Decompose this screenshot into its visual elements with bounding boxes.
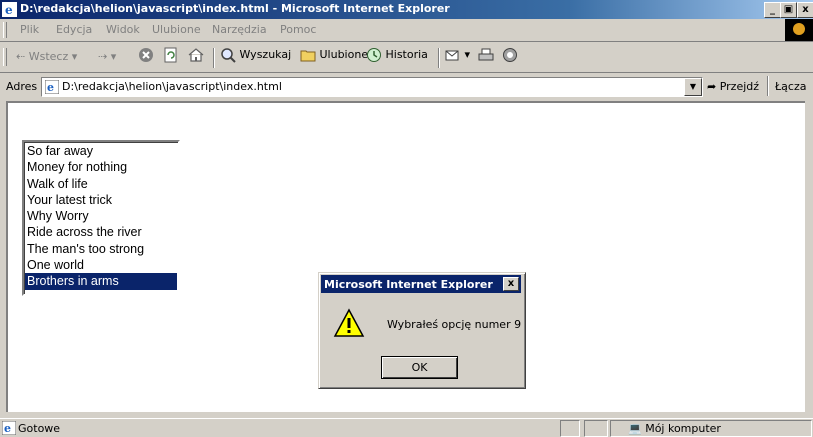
status-bar: e Gotowe 💻 Mój komputer — [0, 418, 813, 437]
stop-icon — [139, 48, 153, 62]
status-panel — [560, 420, 580, 437]
go-label: Przejdź — [719, 80, 760, 93]
listbox-option[interactable]: Your latest trick — [25, 192, 177, 208]
zone-indicator: 💻 Mój komputer — [628, 422, 721, 435]
menu-grip — [3, 22, 7, 38]
forward-dropdown-icon: ▾ — [110, 50, 117, 63]
status-panel — [584, 420, 608, 437]
back-label: Wstecz — [28, 50, 69, 63]
menu-narzedzia[interactable]: Narzędzia — [212, 23, 267, 36]
page-icon: e — [45, 80, 59, 94]
menu-plik[interactable]: Plik — [20, 23, 39, 36]
address-bar: Adres e D:\redakcja\helion\javascript\in… — [0, 73, 813, 100]
history-icon — [367, 48, 381, 62]
listbox-option[interactable]: Money for nothing — [25, 159, 177, 175]
maximize-button[interactable]: ▣ — [780, 2, 797, 18]
warning-icon — [333, 308, 365, 337]
address-url: D:\redakcja\helion\javascript\index.html — [62, 80, 282, 93]
search-label: Wyszukaj — [239, 48, 292, 61]
refresh-icon — [164, 47, 177, 63]
mail-dropdown-icon: ▾ — [464, 48, 471, 61]
window-title-bar[interactable]: e D:\redakcja\helion\javascript\index.ht… — [0, 0, 813, 19]
history-button[interactable]: Historia — [366, 47, 428, 63]
messenger-button[interactable] — [502, 47, 518, 63]
svg-text:e: e — [5, 3, 13, 17]
ok-button[interactable]: OK — [381, 356, 458, 379]
listbox-option[interactable]: Walk of life — [25, 176, 177, 192]
computer-icon: 💻 — [628, 422, 642, 435]
status-text: Gotowe — [18, 422, 61, 435]
menu-edycja[interactable]: Edycja — [56, 23, 92, 36]
dialog-title: Microsoft Internet Explorer — [324, 278, 493, 291]
ie-logo-icon: e — [2, 2, 17, 17]
menu-pomoc[interactable]: Pomoc — [280, 23, 316, 36]
svg-text:e: e — [4, 422, 11, 435]
close-button[interactable]: x — [797, 2, 813, 18]
song-listbox[interactable]: So far away Money for nothing Walk of life… — [22, 140, 180, 296]
listbox-option[interactable]: The man's too strong — [25, 241, 177, 257]
toolbar: ⇠ Wstecz ▾ ⇢ ▾ Wyszukaj Ulubione Histori… — [0, 42, 813, 73]
zone-label: Mój komputer — [645, 422, 721, 435]
go-arrow-icon: ➦ — [707, 80, 717, 93]
listbox-option[interactable]: Why Worry — [25, 208, 177, 224]
favorites-button[interactable]: Ulubione — [300, 47, 368, 63]
links-button[interactable]: Łącza — [775, 80, 807, 93]
favorites-folder-icon — [300, 50, 316, 62]
vertical-scrollbar[interactable] — [805, 101, 813, 412]
back-arrow-icon: ⇠ — [16, 50, 26, 63]
mail-button[interactable]: ▾ — [445, 47, 470, 63]
window-title: D:\redakcja\helion\javascript\index.html… — [20, 2, 450, 15]
listbox-option[interactable]: Ride across the river — [25, 224, 177, 240]
search-button[interactable]: Wyszukaj — [220, 47, 291, 63]
back-button[interactable]: ⇠ Wstecz ▾ — [16, 50, 77, 63]
toolbar-grip — [3, 48, 7, 66]
forward-button[interactable]: ⇢ ▾ — [98, 50, 116, 63]
home-button[interactable] — [188, 47, 204, 63]
dialog-title-bar[interactable]: Microsoft Internet Explorer x — [321, 275, 521, 293]
menu-widok[interactable]: Widok — [106, 23, 140, 36]
back-dropdown-icon: ▾ — [71, 50, 78, 63]
search-icon — [221, 48, 236, 63]
favorites-label: Ulubione — [319, 48, 369, 61]
dropdown-arrow-icon: ▼ — [689, 82, 697, 91]
listbox-option[interactable]: One world — [25, 257, 177, 273]
home-icon — [188, 48, 204, 62]
mail-icon — [445, 50, 459, 61]
minimize-button[interactable]: _ — [764, 2, 781, 18]
refresh-button[interactable] — [163, 47, 179, 63]
go-button[interactable]: ➦ Przejdź — [707, 80, 759, 93]
windows-logo-icon — [785, 19, 813, 41]
menu-bar: Plik Edycja Widok Ulubione Narzędzia Pom… — [0, 19, 813, 42]
alert-dialog: Microsoft Internet Explorer x Wybrałeś o… — [318, 272, 526, 389]
address-label: Adres — [6, 80, 38, 93]
listbox-option[interactable]: Brothers in arms — [25, 273, 177, 290]
print-button[interactable] — [478, 47, 494, 63]
forward-arrow-icon: ⇢ — [98, 50, 108, 63]
page-status-icon: e — [2, 421, 16, 435]
print-icon — [478, 48, 494, 61]
stop-button[interactable] — [138, 47, 154, 63]
messenger-icon — [503, 48, 517, 62]
dialog-close-button[interactable]: x — [503, 277, 519, 291]
listbox-option[interactable]: So far away — [25, 143, 177, 159]
address-input[interactable]: e D:\redakcja\helion\javascript\index.ht… — [41, 77, 703, 97]
menu-ulubione[interactable]: Ulubione — [152, 23, 201, 36]
address-dropdown-button[interactable]: ▼ — [684, 78, 702, 96]
history-label: Historia — [385, 48, 428, 61]
svg-text:e: e — [47, 81, 54, 94]
dialog-message: Wybrałeś opcję numer 9 — [387, 318, 522, 331]
